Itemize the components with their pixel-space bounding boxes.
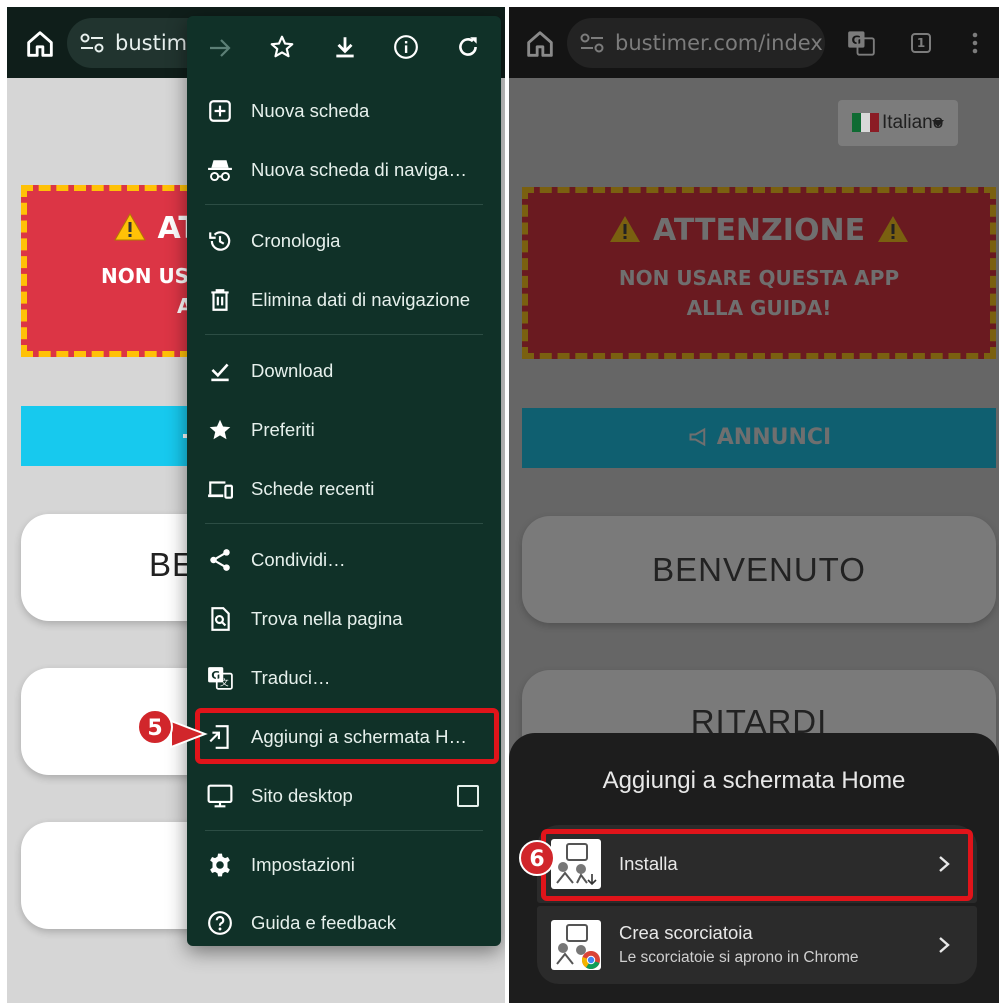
warning-title: ATTENZIONE bbox=[652, 213, 866, 248]
warning-banner: ATTENZIONE NON USARE QUESTA APP ALLA GUI… bbox=[522, 187, 996, 359]
chevron-down-icon bbox=[932, 120, 944, 127]
menu-item-find[interactable]: Trova nella pagina bbox=[187, 592, 501, 646]
menu-item-new-tab[interactable]: Nuova scheda bbox=[187, 84, 501, 138]
share-icon bbox=[210, 549, 230, 571]
menu-item-label: Elimina dati di navigazione bbox=[251, 289, 471, 310]
page-info-icon[interactable] bbox=[393, 34, 419, 60]
highlight-add-to-home bbox=[195, 708, 499, 764]
site-settings-icon[interactable] bbox=[79, 31, 105, 55]
warning-icon bbox=[610, 216, 641, 242]
announcements-label: ANNUNCI bbox=[716, 425, 832, 450]
address-bar-text: bustimer.com/index.htm bbox=[615, 31, 825, 55]
sheet-title: Aggiungi a schermata Home bbox=[602, 767, 906, 794]
star-icon bbox=[209, 419, 231, 440]
menu-item-label: Nuova scheda di naviga… bbox=[251, 159, 467, 180]
card-welcome[interactable]: BENVENUTO bbox=[522, 516, 996, 623]
menu-divider bbox=[205, 204, 483, 205]
trash-icon bbox=[211, 289, 229, 311]
pointer-arrow-icon bbox=[170, 719, 208, 749]
help-icon bbox=[208, 911, 232, 935]
warning-icon bbox=[114, 212, 146, 241]
menu-item-label: Schede recenti bbox=[251, 478, 375, 499]
translate-icon: G文 bbox=[208, 667, 233, 690]
menu-item-bookmarks[interactable]: Preferiti bbox=[187, 403, 501, 457]
svg-text:G: G bbox=[852, 33, 862, 47]
announcements-bar[interactable]: ANNUNCI bbox=[522, 408, 996, 468]
more-vertical-icon[interactable] bbox=[971, 31, 979, 55]
svg-text:G: G bbox=[211, 669, 220, 682]
menu-toolbar bbox=[187, 16, 501, 80]
devices-icon bbox=[208, 481, 233, 499]
menu-item-label: Sito desktop bbox=[251, 785, 353, 806]
menu-item-share[interactable]: Condividi… bbox=[187, 533, 501, 587]
menu-item-help[interactable]: Guida e feedback bbox=[187, 896, 501, 950]
menu-item-label: Preferiti bbox=[251, 419, 315, 440]
address-bar[interactable]: bustimer.com/index.htm bbox=[567, 18, 825, 68]
forward-arrow-icon[interactable] bbox=[207, 36, 233, 60]
home-icon[interactable] bbox=[523, 27, 557, 61]
menu-item-history[interactable]: Cronologia bbox=[187, 214, 501, 268]
left-screenshot: bustimer.c ATT NON US A BE bbox=[7, 7, 505, 1003]
menu-item-label: Guida e feedback bbox=[251, 912, 397, 933]
translate-icon[interactable]: G bbox=[847, 29, 875, 57]
desktop-site-checkbox[interactable] bbox=[457, 785, 479, 807]
menu-item-recent-tabs[interactable]: Schede recenti bbox=[187, 462, 501, 516]
warning-line-1: NON US bbox=[101, 264, 190, 288]
menu-item-label: Nuova scheda bbox=[251, 100, 370, 121]
svg-text:文: 文 bbox=[220, 677, 229, 689]
shortcut-title: Crea scorciatoia bbox=[619, 922, 753, 943]
refresh-icon[interactable] bbox=[455, 34, 481, 60]
menu-item-downloads[interactable]: Download bbox=[187, 344, 501, 398]
right-screenshot: bustimer.com/index.htm G 1 Italiano ATTE… bbox=[509, 7, 999, 1003]
plus-square-icon bbox=[209, 100, 231, 122]
menu-item-clear-data[interactable]: Elimina dati di navigazione bbox=[187, 273, 501, 327]
gear-icon bbox=[210, 853, 230, 877]
incognito-icon bbox=[208, 160, 232, 182]
menu-item-translate[interactable]: G文 Traduci… bbox=[187, 651, 501, 705]
step-badge-6: 6 bbox=[519, 840, 555, 876]
app-icon bbox=[551, 920, 601, 970]
chrome-icon bbox=[581, 951, 600, 970]
italy-flag-icon bbox=[852, 113, 879, 132]
site-settings-icon[interactable] bbox=[579, 31, 605, 55]
menu-item-label: Trova nella pagina bbox=[251, 608, 403, 629]
menu-item-label: Cronologia bbox=[251, 230, 341, 251]
warning-line-1: NON USARE QUESTA APP bbox=[618, 266, 900, 290]
menu-divider bbox=[205, 523, 483, 524]
history-icon bbox=[209, 231, 231, 251]
create-shortcut-option[interactable]: Crea scorciatoia Le scorciatoie si apron… bbox=[537, 906, 977, 984]
browser-overflow-menu: Nuova scheda Nuova scheda di naviga… Cro… bbox=[187, 16, 501, 946]
highlight-install bbox=[541, 829, 973, 901]
add-to-home-sheet: Aggiungi a schermata Home Installa Crea … bbox=[509, 733, 999, 1003]
menu-item-label: Impostazioni bbox=[251, 854, 355, 875]
download-check-icon bbox=[211, 363, 229, 382]
menu-item-label: Download bbox=[251, 360, 334, 381]
menu-divider bbox=[205, 334, 483, 335]
monitor-icon bbox=[207, 784, 233, 808]
find-in-page-icon bbox=[211, 607, 230, 631]
tab-switcher-button[interactable]: 1 bbox=[911, 33, 931, 53]
download-icon[interactable] bbox=[332, 34, 358, 60]
menu-item-settings[interactable]: Impostazioni bbox=[187, 838, 501, 892]
browser-toolbar: bustimer.com/index.htm G 1 bbox=[509, 7, 999, 78]
menu-item-desktop-site[interactable]: Sito desktop bbox=[187, 769, 501, 823]
menu-item-incognito[interactable]: Nuova scheda di naviga… bbox=[187, 143, 501, 197]
language-selector[interactable]: Italiano bbox=[838, 100, 958, 146]
chevron-right-icon bbox=[939, 937, 950, 953]
warning-icon bbox=[877, 216, 908, 242]
menu-item-label: Traduci… bbox=[251, 667, 331, 688]
warning-line-2: ALLA GUIDA! bbox=[686, 296, 832, 320]
shortcut-subtitle: Le scorciatoie si aprono in Chrome bbox=[619, 949, 859, 966]
bookmark-star-icon[interactable] bbox=[269, 34, 295, 60]
megaphone-icon bbox=[689, 427, 706, 447]
home-icon[interactable] bbox=[23, 27, 57, 61]
step-badge-5: 5 bbox=[137, 709, 173, 745]
menu-item-label: Condividi… bbox=[251, 549, 346, 570]
menu-divider bbox=[205, 830, 483, 831]
